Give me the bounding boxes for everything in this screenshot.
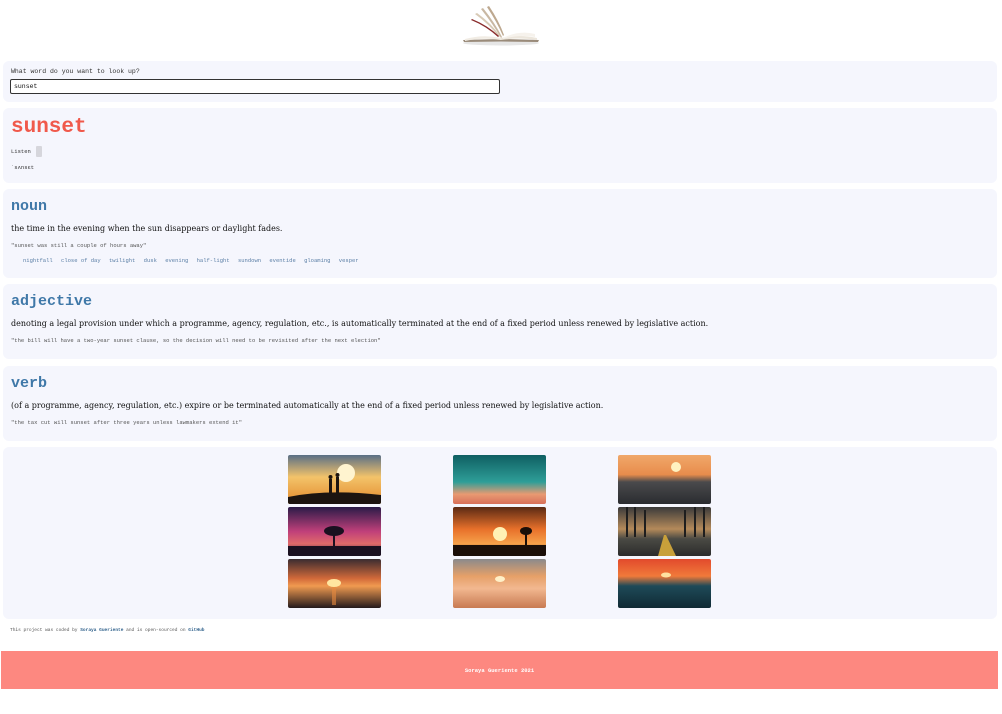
- word-section: sunset Listen ˈsʌnsɛt: [3, 108, 997, 183]
- synonym: dusk: [143, 257, 157, 264]
- search-label: What word do you want to look up?: [11, 68, 140, 75]
- synonym: nightfall: [23, 257, 53, 264]
- example: "sunset was still a couple of hours away…: [11, 242, 147, 249]
- photos-section: [3, 447, 997, 619]
- sunset-photo-ocean-waves[interactable]: [618, 455, 711, 504]
- synonym: sundown: [237, 257, 262, 264]
- sunset-photo-blurred-beach[interactable]: [453, 559, 546, 608]
- open-book-logo-icon: [463, 6, 539, 46]
- sunset-photo-sea-horizon[interactable]: [288, 559, 381, 608]
- search-input[interactable]: [10, 79, 500, 94]
- credit-line: This project was coded by Soraya Guerien…: [10, 628, 204, 633]
- example: "the tax cut will sunset after three yea…: [11, 419, 243, 426]
- synonym: gloaming: [304, 257, 331, 264]
- sunset-photo-forest-road[interactable]: [618, 507, 711, 556]
- author-link[interactable]: Soraya Gueriente: [80, 628, 123, 633]
- credit-prefix: This project was coded by: [10, 628, 78, 633]
- footer: Soraya Gueriente 2021: [1, 651, 998, 689]
- meaning-section-adjective: adjective denoting a legal provision und…: [3, 284, 997, 359]
- credit-middle: and is open-sourced on: [126, 628, 186, 633]
- listen-label: Listen: [11, 148, 31, 155]
- sunset-photo-purple-tree[interactable]: [288, 507, 381, 556]
- example: "the bill will have a two-year sunset cl…: [11, 337, 381, 344]
- synonym: close of day: [61, 257, 101, 264]
- logo-container: [0, 6, 1002, 46]
- synonym: twilight: [108, 257, 136, 264]
- synonym: vesper: [338, 257, 359, 264]
- search-section: What word do you want to look up?: [3, 61, 997, 102]
- sunset-photo-orange-tree[interactable]: [453, 507, 546, 556]
- sunset-photo-teal-sky[interactable]: [453, 455, 546, 504]
- phonetic-text: ˈsʌnsɛt: [11, 164, 35, 171]
- word-title: sunset: [11, 116, 87, 139]
- definition: (of a programme, agency, regulation, etc…: [11, 401, 604, 410]
- definition: the time in the evening when the sun dis…: [11, 224, 283, 233]
- part-of-speech: adjective: [11, 293, 93, 310]
- synonym: evening: [165, 257, 189, 264]
- definition: denoting a legal provision under which a…: [11, 319, 709, 328]
- synonyms-list: nightfall close of day twilight dusk eve…: [23, 257, 364, 264]
- meaning-section-noun: noun the time in the evening when the su…: [3, 189, 997, 278]
- meaning-section-verb: verb (of a programme, agency, regulation…: [3, 366, 997, 441]
- synonym: eventide: [269, 257, 296, 264]
- audio-player[interactable]: [36, 146, 42, 157]
- github-link[interactable]: GitHub: [188, 628, 204, 633]
- sunset-photo-silhouettes[interactable]: [288, 455, 381, 504]
- synonym: half-light: [196, 257, 230, 264]
- footer-text: Soraya Gueriente 2021: [464, 666, 535, 674]
- part-of-speech: noun: [11, 198, 48, 215]
- sunset-photo-red-sea[interactable]: [618, 559, 711, 608]
- part-of-speech: verb: [11, 375, 48, 392]
